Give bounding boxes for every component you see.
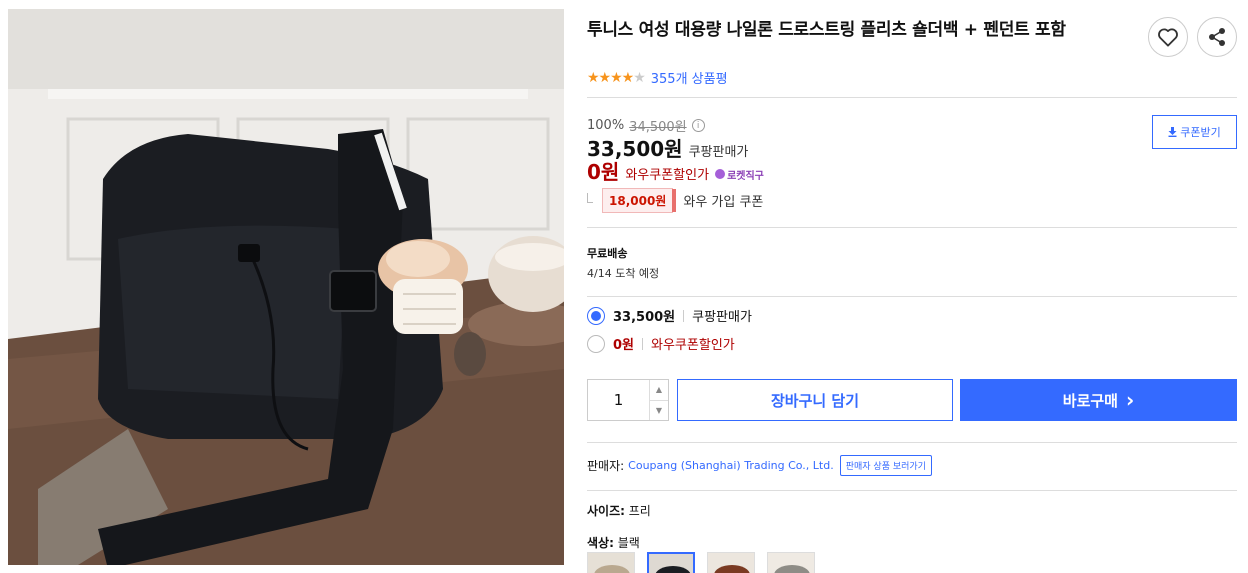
divider [587, 227, 1237, 228]
quantity-input[interactable] [588, 380, 649, 420]
share-button[interactable] [1197, 17, 1237, 57]
wow-coupon-label: 와우 가입 쿠폰 [683, 195, 764, 210]
seller-products-button[interactable]: 판매자 상품 보러가기 [839, 455, 932, 476]
radio-button[interactable] [587, 306, 605, 325]
wow-price: 0원 [587, 160, 620, 184]
color-option: 색상: 블랙 [587, 534, 640, 551]
wow-coupon-row: 18,000원 와우 가입 쿠폰 [587, 188, 763, 213]
rating-stars: ★★★★★ [587, 69, 646, 86]
price-option[interactable]: 33,500원 쿠팡판매가 [587, 306, 752, 325]
wow-coupon-tag: 18,000원 [602, 188, 677, 213]
color-swatch[interactable] [767, 552, 815, 573]
seller-row: 판매자: Coupang (Shanghai) Trading Co., Ltd… [587, 455, 932, 476]
color-swatches [587, 552, 815, 573]
color-value: 블랙 [617, 536, 640, 550]
divider [587, 442, 1237, 443]
divider [587, 97, 1237, 98]
size-value: 프리 [628, 504, 651, 518]
shipping-arrival: 4/14 도착 예정 [587, 267, 660, 280]
seller-prefix: 판매자: [587, 459, 625, 473]
quantity-stepper[interactable]: ▲ ▼ [587, 379, 669, 421]
share-icon [1209, 28, 1225, 46]
divider [587, 296, 1237, 297]
chevron-right-icon: › [1125, 388, 1135, 412]
wow-price-row: 0원 와우쿠폰할인가 로켓직구 [587, 156, 764, 185]
add-to-cart-button[interactable]: 장바구니 담기 [677, 379, 953, 421]
option-label: 와우쿠폰할인가 [651, 338, 735, 353]
divider [587, 490, 1237, 491]
coupon-download-label: 쿠폰받기 [1180, 126, 1221, 139]
product-title: 투니스 여성 대용량 나일론 드로스트링 플리츠 숄더백 + 펜던트 포함 [587, 20, 1066, 40]
option-separator [642, 337, 644, 350]
option-separator [683, 309, 685, 322]
buy-now-button[interactable]: 바로구매 › [960, 379, 1237, 421]
price-option[interactable]: 0원 와우쿠폰할인가 [587, 334, 735, 353]
heart-icon [1158, 28, 1178, 47]
seller-name[interactable]: Coupang (Shanghai) Trading Co., Ltd. [628, 459, 834, 472]
radio-button[interactable] [587, 334, 605, 353]
color-label: 색상: [587, 536, 614, 550]
favorite-button[interactable] [1148, 17, 1188, 57]
download-icon [1168, 127, 1177, 137]
product-info-panel: 투니스 여성 대용량 나일론 드로스트링 플리츠 숄더백 + 펜던트 포함 ★★… [587, 0, 1240, 573]
quantity-arrows: ▲ ▼ [649, 380, 668, 420]
color-swatch-selected[interactable] [647, 552, 695, 573]
tree-connector [587, 192, 593, 203]
rocket-icon [715, 169, 726, 179]
product-rating[interactable]: ★★★★★ 355개 상품평 [587, 68, 728, 88]
size-option: 사이즈: 프리 [587, 502, 651, 519]
wow-price-label: 와우쿠폰할인가 [625, 168, 710, 183]
color-swatch[interactable] [587, 552, 635, 573]
info-icon[interactable]: i [691, 119, 705, 132]
rocket-direct-badge: 로켓직구 [715, 167, 764, 182]
color-swatch[interactable] [707, 552, 755, 573]
size-label: 사이즈: [587, 504, 625, 518]
option-price: 0원 [613, 338, 635, 353]
buy-now-label: 바로구매 [1062, 391, 1118, 410]
shipping-title: 무료배송 [587, 247, 628, 260]
product-image [8, 9, 564, 565]
increment-button[interactable]: ▲ [650, 380, 668, 401]
rating-count[interactable]: 355개 상품평 [651, 68, 728, 87]
option-label: 쿠팡판매가 [692, 310, 752, 325]
decrement-button[interactable]: ▼ [650, 401, 668, 421]
discount-rate: 100% [587, 118, 625, 133]
coupon-download-button[interactable]: 쿠폰받기 [1152, 115, 1237, 149]
option-price: 33,500원 [613, 310, 676, 325]
